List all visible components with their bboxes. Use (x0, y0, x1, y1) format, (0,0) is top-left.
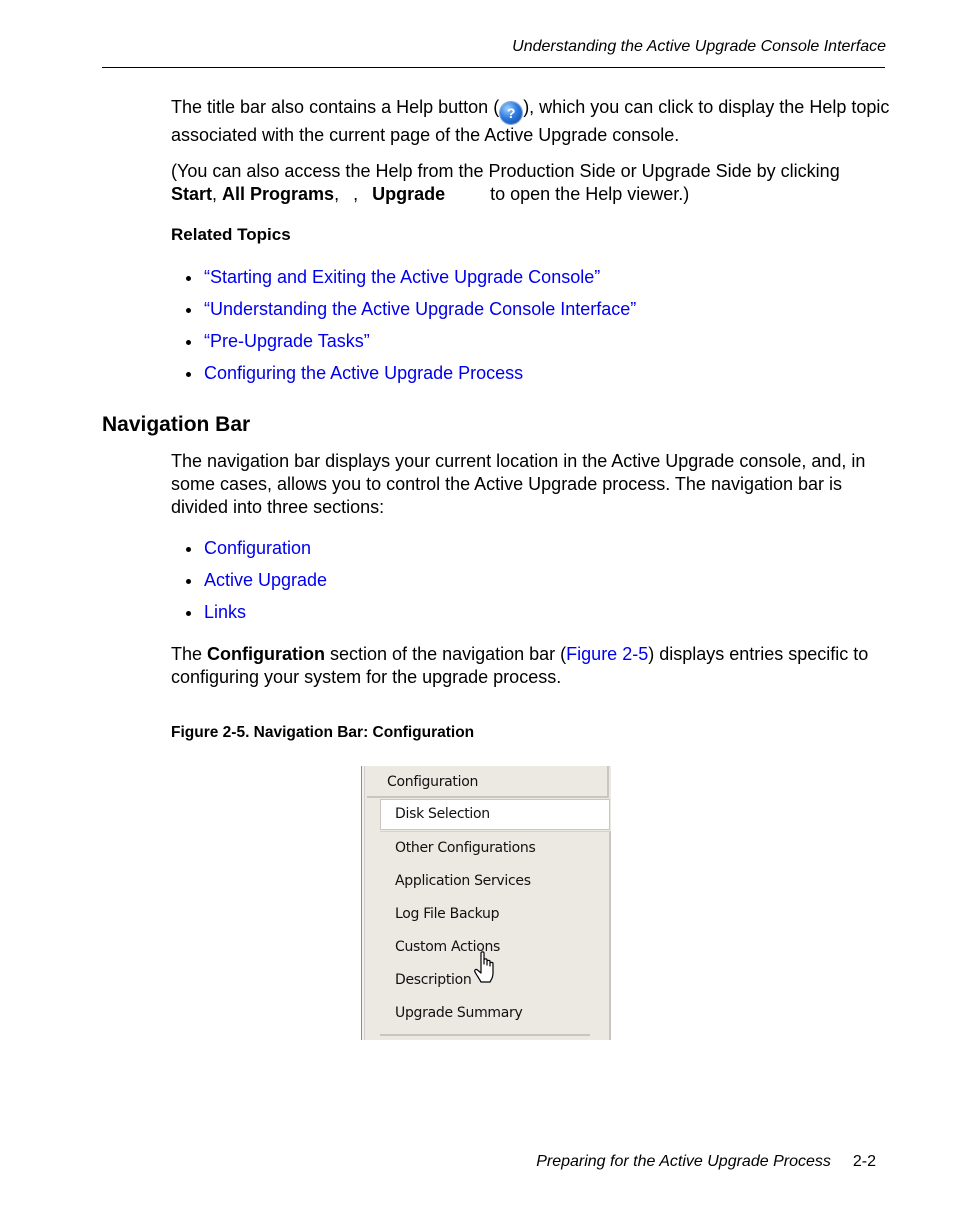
related-topic-link[interactable]: Configuring the Active Upgrade Process (204, 363, 523, 383)
nav-bottom-rule (380, 1034, 590, 1036)
nav-item-selected[interactable]: Disk Selection (380, 799, 610, 830)
related-topic-link[interactable]: “Understanding the Active Upgrade Consol… (204, 299, 636, 319)
page-footer: Preparing for the Active Upgrade Process… (536, 1153, 876, 1171)
navigation-bar-screenshot: Configuration Disk Selection Other Confi… (361, 766, 611, 1040)
nav-item[interactable]: Upgrade Summary (395, 998, 523, 1028)
list-item: Configuration (171, 537, 327, 569)
section-heading: Navigation Bar (102, 413, 251, 436)
menu-path-upgrade: Upgrade (372, 184, 446, 204)
navigation-sections-list: Configuration Active Upgrade Links (171, 537, 327, 633)
footer-chapter-title: Preparing for the Active Upgrade Process (536, 1153, 831, 1170)
panel-left-border (361, 766, 365, 1040)
section-link-active-upgrade[interactable]: Active Upgrade (204, 570, 327, 590)
nav-item[interactable]: Description (395, 965, 472, 995)
nav-section-header[interactable]: Configuration (367, 766, 609, 798)
section-link-links[interactable]: Links (204, 602, 246, 622)
running-header-title: Understanding the Active Upgrade Console… (512, 38, 886, 55)
paragraph-text: The (171, 644, 208, 664)
separator: , (334, 184, 340, 204)
list-item: “Starting and Exiting the Active Upgrade… (171, 266, 636, 298)
list-item: “Understanding the Active Upgrade Consol… (171, 298, 636, 330)
help-button-paragraph: The title bar also contains a Help butto… (171, 96, 891, 147)
bold-term: Configuration (207, 644, 326, 664)
separator: , (212, 184, 223, 204)
page-number: 2-2 (852, 1153, 876, 1170)
related-topics-list: “Starting and Exiting the Active Upgrade… (171, 266, 636, 394)
related-topic-link[interactable]: “Pre-Upgrade Tasks” (204, 331, 370, 351)
figure-caption: Figure 2-5. Navigation Bar: Configuratio… (171, 724, 475, 741)
paragraph-text: The title bar also contains a Help butto… (171, 97, 500, 117)
figure-reference-link[interactable]: Figure 2-5 (566, 644, 648, 664)
related-topic-link[interactable]: “Starting and Exiting the Active Upgrade… (204, 267, 600, 287)
hand-pointer-icon (474, 951, 494, 983)
configuration-paragraph: The Configuration section of the navigat… (171, 643, 891, 689)
list-item: Active Upgrade (171, 569, 327, 601)
help-access-paragraph: (You can also access the Help from the P… (171, 160, 891, 206)
nav-item[interactable]: Log File Backup (395, 899, 499, 929)
list-item: Configuring the Active Upgrade Process (171, 362, 636, 394)
menu-path-start: Start (171, 184, 213, 204)
list-item: Links (171, 601, 327, 633)
menu-path-all-programs: All Programs (222, 184, 335, 204)
header-rule (102, 67, 885, 68)
nav-item[interactable]: Other Configurations (395, 833, 536, 863)
separator: , (353, 184, 359, 204)
section-link-configuration[interactable]: Configuration (204, 538, 311, 558)
help-icon: ? (500, 102, 523, 124)
list-item: “Pre-Upgrade Tasks” (171, 330, 636, 362)
paragraph-text: (You can also access the Help from the P… (171, 161, 840, 181)
paragraph-text: to open the Help viewer.) (490, 184, 690, 204)
paragraph-text: section of the navigation bar ( (325, 644, 567, 664)
navigation-bar-intro: The navigation bar displays your current… (171, 451, 866, 517)
nav-item[interactable]: Application Services (395, 866, 531, 896)
related-topics-heading: Related Topics (171, 225, 291, 244)
